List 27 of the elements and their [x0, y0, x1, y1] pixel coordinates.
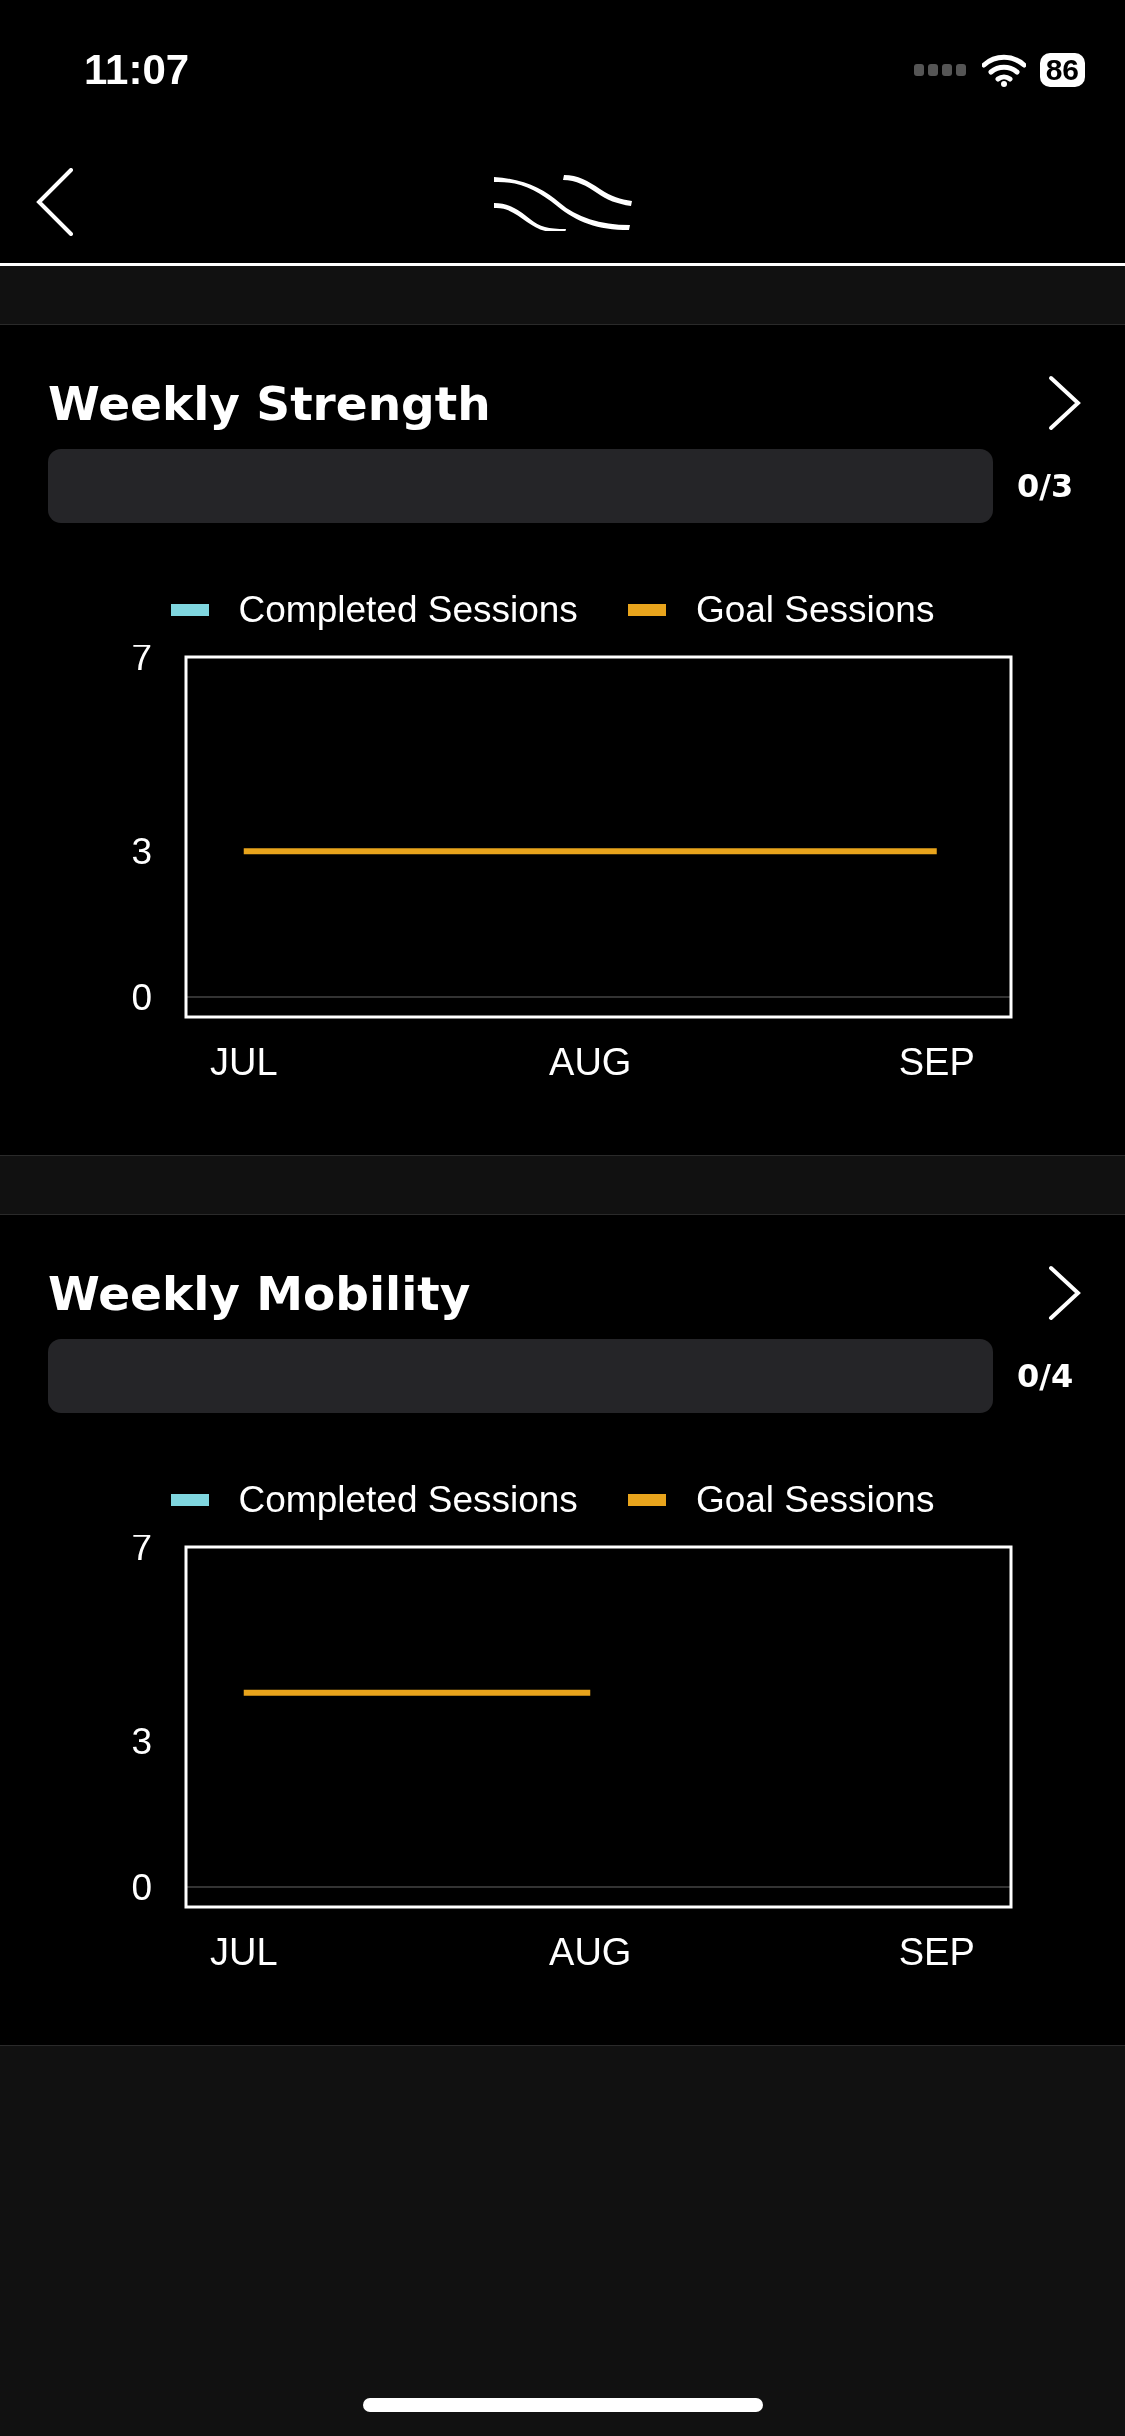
progress-count: 0/4 — [1017, 1357, 1075, 1395]
battery-level: 86 — [1039, 53, 1085, 87]
x-tick-label: JUL — [209, 1041, 278, 1083]
waves-logo-icon — [491, 172, 634, 231]
legend-swatch — [170, 1494, 209, 1506]
legend-label: Goal Sessions — [695, 589, 935, 631]
y-tick-label: 3 — [131, 1721, 152, 1763]
x-tick-label: JUL — [209, 1931, 278, 1973]
legend-label: Completed Sessions — [238, 589, 578, 631]
card-title: Weekly Mobility — [48, 1265, 471, 1321]
x-tick-label: AUG — [549, 1931, 632, 1973]
signal-icon — [913, 64, 968, 76]
legend-swatch — [170, 604, 209, 616]
y-tick-label: 0 — [131, 977, 152, 1018]
y-tick-label: 0 — [131, 1867, 152, 1908]
x-tick-label: AUG — [549, 1041, 632, 1083]
wifi-icon — [981, 53, 1026, 87]
legend-label: Completed Sessions — [238, 1479, 578, 1521]
y-tick-label: 3 — [131, 831, 152, 873]
progress-count: 0/3 — [1017, 467, 1075, 505]
legend-label: Goal Sessions — [695, 1479, 935, 1521]
x-tick-label: SEP — [898, 1931, 975, 1973]
card-title: Weekly Strength — [48, 375, 491, 431]
legend-swatch — [627, 604, 666, 616]
legend-swatch — [627, 1494, 666, 1506]
x-tick-label: SEP — [898, 1041, 975, 1083]
status-time: 11:07 — [84, 46, 190, 94]
